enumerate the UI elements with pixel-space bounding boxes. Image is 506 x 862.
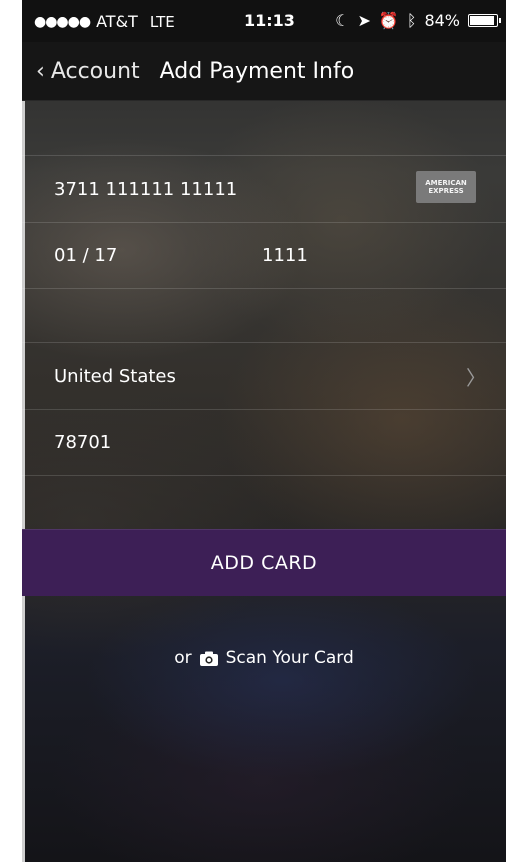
american-express-logo: AMERICAN EXPRESS bbox=[416, 171, 476, 203]
chevron-left-icon: ‹ bbox=[36, 58, 45, 84]
network-label: LTE bbox=[149, 12, 175, 31]
country-selector[interactable]: United States 〉 bbox=[22, 342, 506, 410]
zip-code-value: 78701 bbox=[54, 431, 112, 453]
expiry-cvv-row: 01 / 17 1111 bbox=[22, 222, 506, 289]
status-right: ☾ ➤ ⏰ ᛒ 84% bbox=[335, 11, 501, 30]
battery-icon bbox=[468, 14, 501, 27]
carrier-label: AT&T bbox=[96, 12, 138, 31]
chevron-right-icon: 〉 bbox=[466, 365, 486, 390]
navigation-bar: ‹ Account Add Payment Info bbox=[22, 42, 506, 101]
expiry-field[interactable]: 01 / 17 bbox=[54, 245, 117, 266]
alarm-clock-icon: ⏰ bbox=[378, 11, 399, 30]
scan-card-link[interactable]: Scan Your Card bbox=[199, 648, 354, 668]
signal-strength-icon: ●●●●● bbox=[34, 13, 91, 30]
cvv-field[interactable]: 1111 bbox=[262, 245, 308, 266]
scan-card-label: Scan Your Card bbox=[225, 648, 354, 668]
battery-percent: 84% bbox=[424, 11, 460, 30]
card-brand-line1: AMERICAN bbox=[425, 179, 467, 187]
back-button-label: Account bbox=[50, 58, 140, 84]
app-screen: ●●●●● AT&T LTE 11:13 ☾ ➤ ⏰ ᛒ 84% ‹ Accou… bbox=[22, 0, 506, 862]
status-time: 11:13 bbox=[244, 11, 295, 30]
back-button[interactable]: ‹ Account bbox=[36, 59, 140, 84]
card-number-value: 3711 111111 11111 bbox=[54, 178, 238, 200]
location-arrow-icon: ➤ bbox=[357, 11, 371, 30]
card-brand-line2: EXPRESS bbox=[428, 187, 464, 195]
moon-icon: ☾ bbox=[335, 11, 350, 30]
camera-icon bbox=[199, 651, 218, 666]
country-value: United States bbox=[54, 365, 176, 387]
card-number-field[interactable]: 3711 111111 11111 AMERICAN EXPRESS bbox=[22, 155, 506, 223]
zip-code-field[interactable]: 78701 bbox=[22, 409, 506, 476]
status-left: ●●●●● AT&T LTE bbox=[34, 12, 175, 31]
scan-prefix: or bbox=[174, 648, 192, 668]
scan-card-row: or Scan Your Card bbox=[22, 648, 506, 668]
status-bar: ●●●●● AT&T LTE 11:13 ☾ ➤ ⏰ ᛒ 84% bbox=[22, 0, 506, 42]
page-title: Add Payment Info bbox=[159, 58, 355, 84]
bluetooth-icon: ᛒ bbox=[406, 11, 417, 30]
add-card-button[interactable]: ADD CARD bbox=[22, 529, 506, 596]
